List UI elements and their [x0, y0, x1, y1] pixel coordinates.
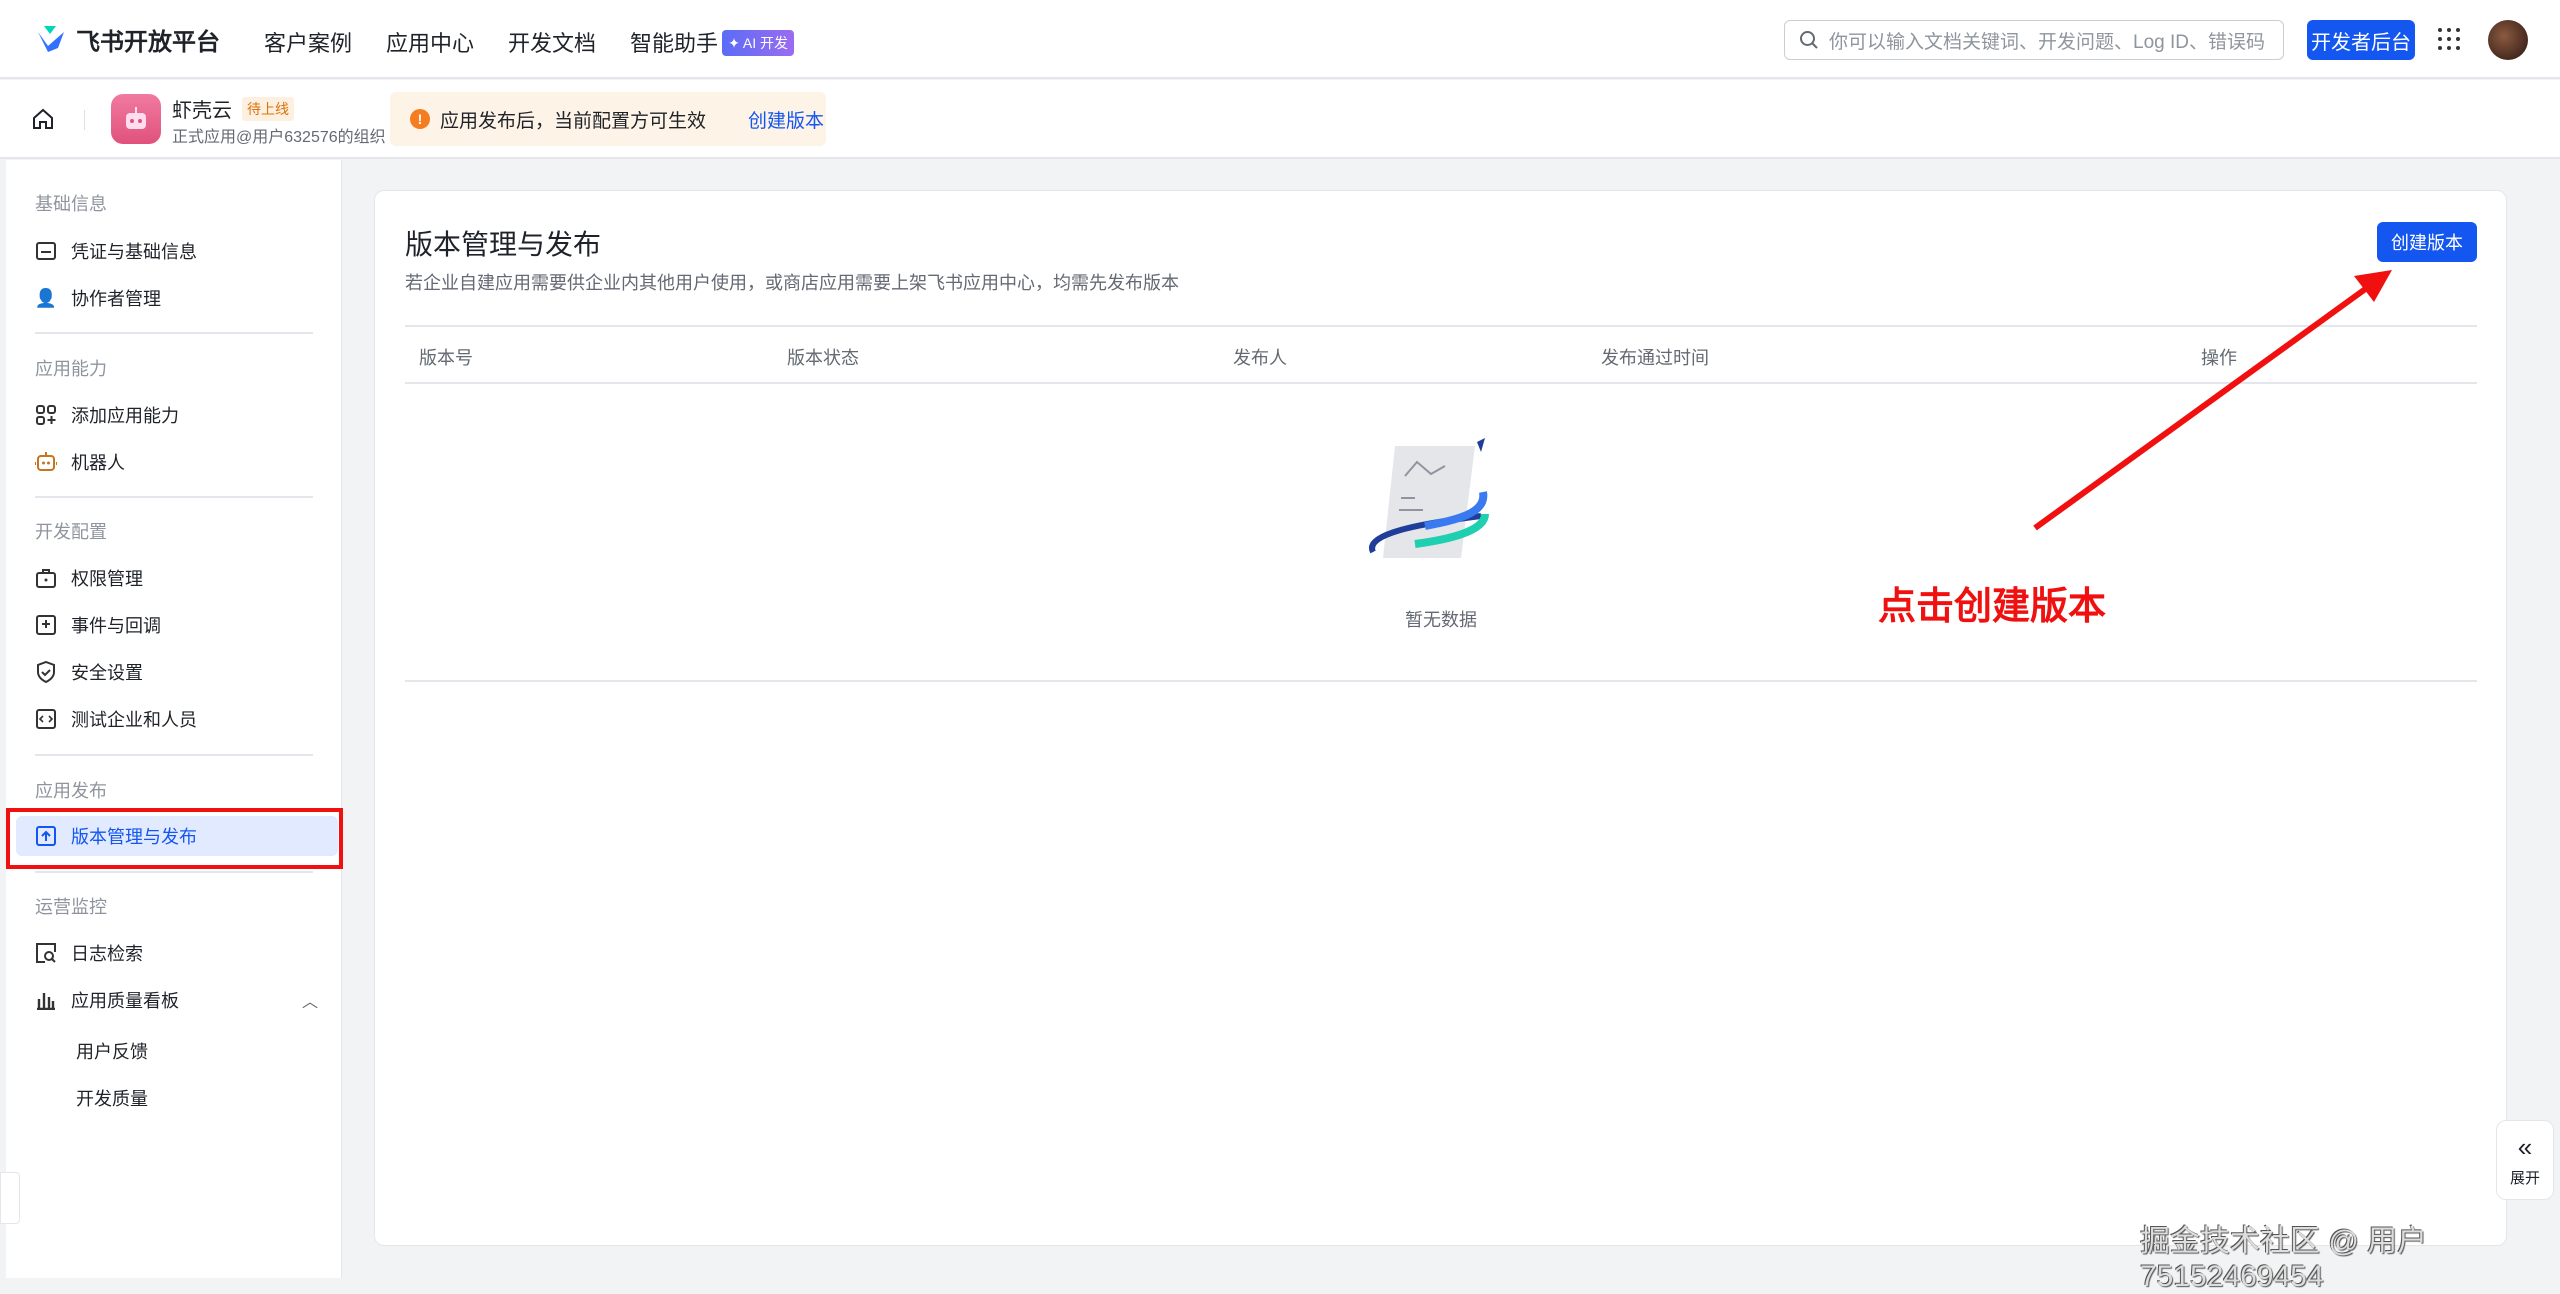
- empty-state: 暂无数据: [405, 384, 2477, 682]
- sidebar-item-permissions[interactable]: 权限管理: [35, 558, 143, 598]
- col-actions: 操作: [2201, 344, 2237, 370]
- sidebar-item-label: 安全设置: [71, 659, 143, 685]
- main-nav: 客户案例 应用中心 开发文档 智能助手✦ AI 开发: [264, 26, 794, 58]
- apps-grid-icon[interactable]: [2438, 28, 2460, 50]
- app-icon: [111, 94, 161, 144]
- col-publisher: 发布人: [1233, 344, 1287, 370]
- user-add-icon: 👤: [35, 287, 57, 309]
- col-version: 版本号: [419, 344, 473, 370]
- search-icon: [1799, 30, 1819, 50]
- notice-create-version-link[interactable]: 创建版本: [748, 106, 824, 133]
- sidebar: 基础信息 凭证与基础信息 👤 协作者管理 应用能力 添加应用能力 机器人 开发配置…: [6, 160, 342, 1278]
- app-org: 正式应用@用户632576的组织: [172, 123, 386, 147]
- section-app-release: 应用发布: [35, 777, 107, 803]
- sidebar-item-label: 事件与回调: [71, 612, 161, 638]
- divider: [35, 871, 313, 873]
- bar-chart-icon: [35, 989, 57, 1011]
- robot-icon: [35, 451, 57, 473]
- nav-dev-docs[interactable]: 开发文档: [508, 26, 596, 58]
- version-release-card: 版本管理与发布 若企业自建应用需要供企业内其他用户使用，或商店应用需要上架飞书应…: [374, 190, 2507, 1246]
- sidebar-item-label: 协作者管理: [71, 285, 161, 311]
- home-icon[interactable]: [30, 106, 56, 132]
- divider: [35, 754, 313, 756]
- table-header: 版本号 版本状态 发布人 发布通过时间 操作: [405, 325, 2477, 384]
- ai-badge-label: AI 开发: [743, 35, 788, 51]
- section-dev-config: 开发配置: [35, 518, 107, 544]
- annotation-text: 点击创建版本: [1878, 575, 2106, 630]
- section-operations: 运营监控: [35, 893, 107, 919]
- card-icon: [35, 240, 57, 262]
- sidebar-item-label: 测试企业和人员: [71, 706, 197, 732]
- divider: [35, 496, 313, 498]
- nav-app-center[interactable]: 应用中心: [386, 26, 474, 58]
- nav-assistant[interactable]: 智能助手✦ AI 开发: [630, 26, 794, 58]
- search-placeholder: 你可以输入文档关键词、开发问题、Log ID、错误码: [1829, 27, 2265, 54]
- sidebar-item-bot[interactable]: 机器人: [35, 442, 125, 482]
- apps-add-icon: [35, 404, 57, 426]
- event-icon: [35, 614, 57, 636]
- brand-logo[interactable]: 飞书开放平台: [36, 22, 220, 57]
- search-input[interactable]: 你可以输入文档关键词、开发问题、Log ID、错误码: [1784, 20, 2284, 60]
- sidebar-item-credentials[interactable]: 凭证与基础信息: [35, 231, 197, 271]
- col-status: 版本状态: [787, 344, 859, 370]
- double-chevron-left-icon: «: [2518, 1132, 2532, 1163]
- sidebar-item-add-capability[interactable]: 添加应用能力: [35, 395, 179, 435]
- sidebar-item-label: 机器人: [71, 449, 125, 475]
- robot-icon: [121, 104, 151, 134]
- section-app-capabilities: 应用能力: [35, 355, 107, 381]
- sidebar-item-label: 添加应用能力: [71, 402, 179, 428]
- warning-icon: !: [410, 109, 430, 129]
- feishu-logo-icon: [36, 26, 66, 54]
- sidebar-item-security[interactable]: 安全设置: [35, 652, 143, 692]
- code-icon: [35, 708, 57, 730]
- col-approved-time: 发布通过时间: [1601, 344, 1709, 370]
- log-search-icon: [35, 942, 57, 964]
- sidebar-item-label: 凭证与基础信息: [71, 238, 197, 264]
- app-name: 虾壳云: [172, 94, 232, 123]
- sidebar-item-log-search[interactable]: 日志检索: [35, 933, 143, 973]
- empty-document-icon: [1365, 436, 1515, 566]
- app-header-bar: 虾壳云待上线 正式应用@用户632576的组织 ! 应用发布后，当前配置方可生效…: [0, 80, 2560, 159]
- briefcase-icon: [35, 567, 57, 589]
- status-badge: 待上线: [242, 97, 294, 121]
- sidebar-subitem-dev-quality[interactable]: 开发质量: [76, 1085, 148, 1111]
- chevron-up-icon[interactable]: ︿: [302, 988, 318, 1012]
- notice-text: 应用发布后，当前配置方可生效: [440, 106, 706, 133]
- section-basic-info: 基础信息: [35, 190, 107, 216]
- shield-icon: [35, 661, 57, 683]
- divider: [84, 110, 85, 130]
- sidebar-subitem-user-feedback[interactable]: 用户反馈: [76, 1038, 148, 1064]
- user-avatar[interactable]: [2488, 20, 2528, 60]
- empty-text: 暂无数据: [405, 606, 2477, 632]
- sidebar-item-label: 权限管理: [71, 565, 143, 591]
- sidebar-item-collaborators[interactable]: 👤 协作者管理: [35, 278, 161, 318]
- nav-assistant-label: 智能助手: [630, 31, 718, 56]
- sidebar-item-label: 日志检索: [71, 940, 143, 966]
- sidebar-item-events[interactable]: 事件与回调: [35, 605, 161, 645]
- watermark: 掘金技术社区 @ 用户75152469454: [2140, 1216, 2560, 1294]
- highlight-box: [6, 808, 343, 869]
- sidebar-item-test-tenants[interactable]: 测试企业和人员: [35, 699, 197, 739]
- sidebar-item-label: 应用质量看板: [71, 987, 179, 1013]
- expand-label: 展开: [2510, 1167, 2540, 1188]
- ai-badge: ✦ AI 开发: [722, 30, 794, 56]
- divider: [35, 332, 313, 334]
- side-handle[interactable]: [0, 1172, 20, 1224]
- expand-button[interactable]: « 展开: [2496, 1120, 2554, 1200]
- nav-customer-cases[interactable]: 客户案例: [264, 26, 352, 58]
- page-title: 版本管理与发布: [405, 223, 601, 263]
- page-description: 若企业自建应用需要供企业内其他用户使用，或商店应用需要上架飞书应用中心，均需先发…: [405, 269, 1179, 295]
- publish-notice: ! 应用发布后，当前配置方可生效 创建版本: [390, 92, 826, 146]
- brand-name: 飞书开放平台: [76, 22, 220, 57]
- create-version-button[interactable]: 创建版本: [2377, 222, 2477, 262]
- sidebar-item-quality-board[interactable]: 应用质量看板: [35, 980, 179, 1020]
- developer-console-button[interactable]: 开发者后台: [2307, 20, 2415, 60]
- top-nav-bar: 飞书开放平台 客户案例 应用中心 开发文档 智能助手✦ AI 开发 你可以输入文…: [0, 0, 2560, 79]
